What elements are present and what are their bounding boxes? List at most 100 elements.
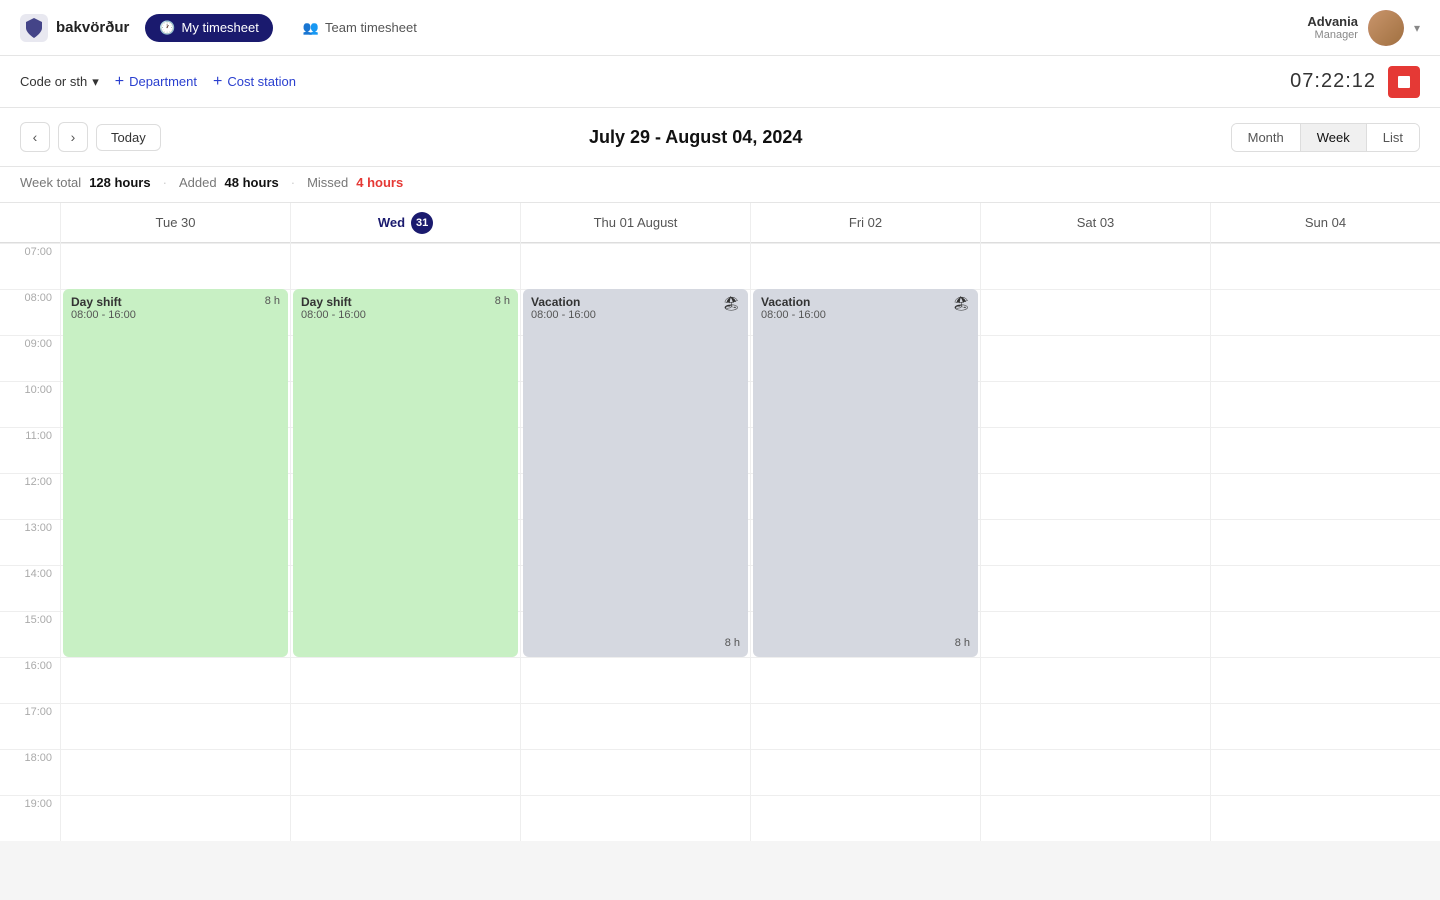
cell-17-fri — [751, 703, 980, 749]
user-role: Manager — [1307, 29, 1358, 41]
day-header-sat: Sat 03 — [981, 203, 1210, 243]
event-vacation-thu[interactable]: Vacation 08:00 - 16:00 🏖 8 h — [523, 289, 748, 657]
added-label: Added — [179, 175, 217, 190]
day-label-sat: Sat 03 — [1077, 215, 1115, 230]
day-cells-tue[interactable]: Day shift 08:00 - 16:00 8 h — [61, 243, 290, 841]
event-title-tue: Day shift — [71, 295, 280, 309]
event-title-thu: Vacation — [531, 295, 740, 309]
my-timesheet-btn[interactable]: 🕐 My timesheet — [145, 14, 273, 42]
day-cells-sat[interactable] — [981, 243, 1210, 841]
cell-14-sun — [1211, 565, 1440, 611]
cell-15-sun — [1211, 611, 1440, 657]
cell-07-sun — [1211, 243, 1440, 289]
cell-19-thu — [521, 795, 750, 841]
team-icon: 👥 — [303, 20, 319, 36]
cell-17-thu — [521, 703, 750, 749]
day-header-fri: Fri 02 — [751, 203, 980, 243]
cell-15-sat — [981, 611, 1210, 657]
cell-17-tue — [61, 703, 290, 749]
cell-07-thu — [521, 243, 750, 289]
day-header-tue: Tue 30 — [61, 203, 290, 243]
cell-07-fri — [751, 243, 980, 289]
stop-icon — [1398, 76, 1410, 88]
cell-16-thu — [521, 657, 750, 703]
day-cells-fri[interactable]: Vacation 08:00 - 16:00 🏖 8 h — [751, 243, 980, 841]
cell-18-sun — [1211, 749, 1440, 795]
toolbar-left: Code or sth ▾ + Department + Cost statio… — [20, 73, 296, 91]
cell-07-tue — [61, 243, 290, 289]
user-name: Advania — [1307, 14, 1358, 29]
event-title-fri: Vacation — [761, 295, 970, 309]
logo-icon — [20, 14, 48, 42]
cell-08-sun — [1211, 289, 1440, 335]
week-total-label: Week total — [20, 175, 81, 190]
calendar-title: July 29 - August 04, 2024 — [589, 127, 802, 148]
day-col-thu: Thu 01 August Va — [520, 203, 750, 841]
days-grid: Tue 30 — [60, 203, 1440, 841]
cell-10-sun — [1211, 381, 1440, 427]
cell-19-tue — [61, 795, 290, 841]
cell-07-wed — [291, 243, 520, 289]
day-label-tue: Tue 30 — [156, 215, 196, 230]
list-view-btn[interactable]: List — [1366, 124, 1419, 151]
separator-1: · — [163, 175, 167, 190]
cell-18-fri — [751, 749, 980, 795]
add-cost-station-btn[interactable]: + Cost station — [213, 73, 296, 91]
day-cells-wed[interactable]: Day shift 08:00 - 16:00 8 h — [291, 243, 520, 841]
cell-19-wed — [291, 795, 520, 841]
cell-17-sun — [1211, 703, 1440, 749]
toolbar-right: 07:22:12 — [1290, 66, 1420, 98]
time-14: 14:00 — [0, 565, 60, 611]
cell-12-sat — [981, 473, 1210, 519]
month-view-btn[interactable]: Month — [1232, 124, 1300, 151]
calendar-nav: ‹ › Today July 29 - August 04, 2024 Mont… — [0, 108, 1440, 167]
toolbar: Code or sth ▾ + Department + Cost statio… — [0, 56, 1440, 108]
time-19: 19:00 — [0, 795, 60, 841]
added-value: 48 hours — [225, 175, 279, 190]
day-cells-sun[interactable] — [1211, 243, 1440, 841]
day-header-sun: Sun 04 — [1211, 203, 1440, 243]
cell-09-sun — [1211, 335, 1440, 381]
cell-18-thu — [521, 749, 750, 795]
cell-08-sat — [981, 289, 1210, 335]
cell-19-sun — [1211, 795, 1440, 841]
missed-label: Missed — [307, 175, 348, 190]
event-time-wed: 08:00 - 16:00 — [301, 309, 510, 321]
chevron-down-icon[interactable]: ▾ — [1414, 21, 1420, 35]
event-day-shift-wed[interactable]: Day shift 08:00 - 16:00 8 h — [293, 289, 518, 657]
cell-17-sat — [981, 703, 1210, 749]
add-department-btn[interactable]: + Department — [115, 73, 197, 91]
time-column: 07:00 08:00 09:00 10:00 11:00 12:00 13:0… — [0, 203, 60, 841]
avatar — [1368, 10, 1404, 46]
view-switcher: Month Week List — [1231, 123, 1420, 152]
event-title-wed: Day shift — [301, 295, 510, 309]
today-button[interactable]: Today — [96, 124, 161, 151]
code-dropdown[interactable]: Code or sth ▾ — [20, 74, 99, 90]
day-label-fri: Fri 02 — [849, 215, 882, 230]
week-view-btn[interactable]: Week — [1300, 124, 1366, 151]
prev-week-button[interactable]: ‹ — [20, 122, 50, 152]
event-hours-wed: 8 h — [495, 295, 510, 307]
event-hours-tue: 8 h — [265, 295, 280, 307]
event-vacation-fri[interactable]: Vacation 08:00 - 16:00 🏖 8 h — [753, 289, 978, 657]
event-hours-thu: 8 h — [725, 637, 740, 649]
cell-11-sun — [1211, 427, 1440, 473]
day-col-tue: Tue 30 — [60, 203, 290, 841]
clock-icon: 🕐 — [159, 20, 175, 36]
header-right: Advania Manager ▾ — [1307, 10, 1420, 46]
time-08: 08:00 — [0, 289, 60, 335]
event-day-shift-tue[interactable]: Day shift 08:00 - 16:00 8 h — [63, 289, 288, 657]
logo-text: bakvörður — [56, 19, 129, 36]
separator-2: · — [291, 175, 295, 190]
cell-19-sat — [981, 795, 1210, 841]
day-col-wed: Wed 31 — [290, 203, 520, 841]
day-cells-thu[interactable]: Vacation 08:00 - 16:00 🏖 8 h — [521, 243, 750, 841]
cell-10-sat — [981, 381, 1210, 427]
record-button[interactable] — [1388, 66, 1420, 98]
user-info: Advania Manager — [1307, 14, 1358, 41]
next-week-button[interactable]: › — [58, 122, 88, 152]
dropdown-chevron-icon: ▾ — [92, 74, 99, 90]
team-timesheet-btn[interactable]: 👥 Team timesheet — [289, 14, 431, 42]
day-col-fri: Fri 02 Vacation — [750, 203, 980, 841]
time-15: 15:00 — [0, 611, 60, 657]
